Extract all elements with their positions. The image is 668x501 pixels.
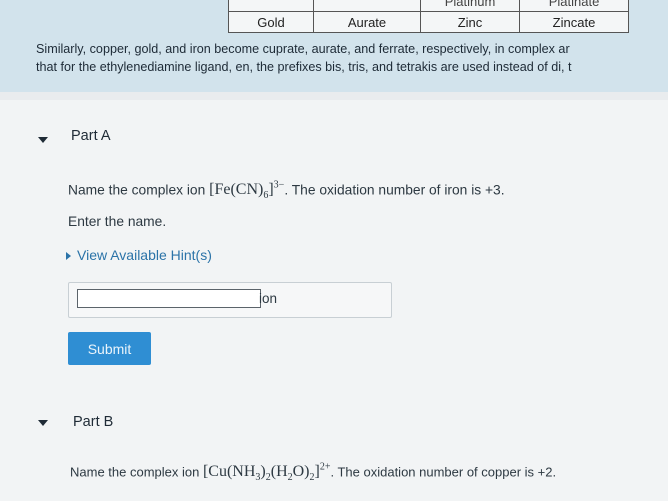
formula-part: O) xyxy=(292,463,310,481)
part-b-title[interactable]: Part B xyxy=(73,414,113,430)
problem-intro-band: Platinum Platinate Gold Aurate Zinc Zinc… xyxy=(0,0,668,92)
question-suffix: . The oxidation number of iron is +3. xyxy=(284,182,505,198)
table-cell: Gold xyxy=(228,11,314,33)
submit-button[interactable]: Submit xyxy=(68,332,151,365)
hint-label: View Available Hint(s) xyxy=(77,247,212,263)
part-a-question: Name the complex ion [Fe(CN)6]3−. The ox… xyxy=(68,180,505,202)
table-cell: Zincate xyxy=(519,11,629,33)
part-a-title[interactable]: Part A xyxy=(71,128,111,144)
formula-part: [Fe(CN) xyxy=(209,181,264,199)
question-prefix: Name the complex ion xyxy=(70,464,200,480)
collapse-caret-icon[interactable] xyxy=(38,137,48,143)
table-cell xyxy=(313,0,421,12)
table-cell: Aurate xyxy=(313,11,421,33)
table-cell: Platinum xyxy=(420,0,520,12)
answer-box: ion xyxy=(68,282,392,318)
formula-part: [Cu(NH xyxy=(202,463,256,481)
intro-text: Similarly, copper, gold, and iron become… xyxy=(36,40,668,76)
formula-part: (H xyxy=(270,463,288,481)
table-cell xyxy=(228,0,314,12)
view-hints-link[interactable]: View Available Hint(s) xyxy=(66,247,212,263)
metal-anion-table: Platinum Platinate Gold Aurate Zinc Zinc… xyxy=(228,0,629,33)
table-cell: Platinate xyxy=(519,0,629,12)
answer-input[interactable] xyxy=(77,289,261,308)
part-b-question: Name the complex ion [Cu(NH3)2(H2O)2]2+.… xyxy=(70,462,556,484)
expand-triangle-icon xyxy=(66,252,71,261)
collapse-caret-icon[interactable] xyxy=(38,420,48,426)
instruction-text: Enter the name. xyxy=(68,214,167,229)
question-prefix: Name the complex ion xyxy=(68,182,206,198)
chemical-formula: [Fe(CN)6]3− xyxy=(209,180,285,202)
intro-line: that for the ethylenediamine ligand, en,… xyxy=(36,60,572,74)
formula-charge: 2+ xyxy=(319,462,331,473)
question-suffix: . The oxidation number of copper is +2. xyxy=(330,464,557,480)
chemical-formula: [Cu(NH3)2(H2O)2]2+ xyxy=(202,462,331,484)
formula-charge: 3− xyxy=(273,180,285,191)
table-row: Gold Aurate Zinc Zincate xyxy=(228,11,629,33)
intro-line: Similarly, copper, gold, and iron become… xyxy=(36,42,570,56)
answer-unit-label: ion xyxy=(259,291,278,306)
table-row: Platinum Platinate xyxy=(228,0,629,12)
table-cell: Zinc xyxy=(420,11,520,33)
